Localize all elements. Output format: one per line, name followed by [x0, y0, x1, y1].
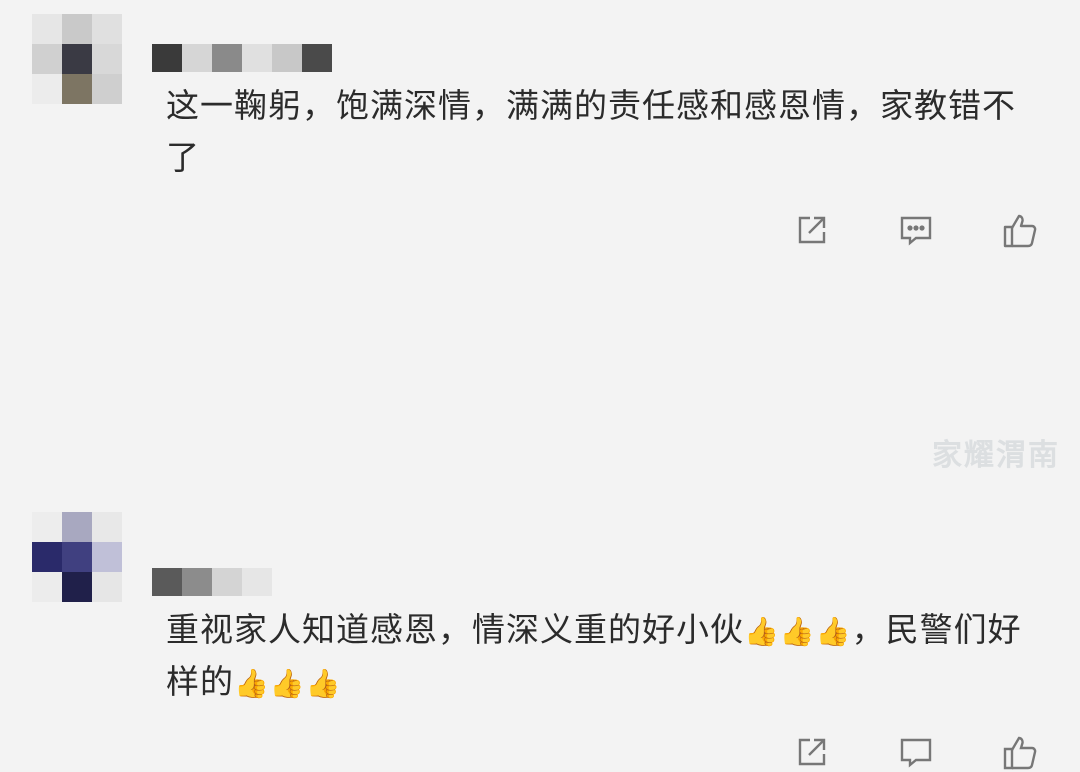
comment-text-part: 重视家人知道感恩，情深义重的好小伙 [166, 610, 744, 649]
comment-icon [900, 216, 932, 246]
avatar-pixel [32, 572, 62, 602]
like-icon [1003, 736, 1037, 770]
reply-button[interactable] [896, 210, 936, 250]
share-icon [798, 216, 826, 244]
watermark-logo: 家耀渭南 [932, 439, 1060, 472]
avatar-pixel [92, 542, 122, 572]
avatar-pixel [62, 572, 92, 602]
thumbs-up-icon: 👍 [305, 667, 342, 700]
avatar[interactable] [32, 512, 122, 602]
avatar-pixel [32, 74, 62, 104]
username-pixel [242, 44, 272, 72]
avatar-pixel [92, 572, 122, 602]
comment-item: 这一鞠躬，饱满深情，满满的责任感和感恩情，家教错不了 [0, 0, 1080, 250]
username-pixel [302, 44, 332, 72]
username-pixel [212, 568, 242, 596]
username-pixel [212, 44, 242, 72]
thumbs-up-icon: 👍 [744, 615, 780, 648]
username[interactable] [152, 44, 332, 72]
avatar-pixel [92, 14, 122, 44]
avatar-pixel [62, 512, 92, 542]
avatar-pixel [62, 74, 92, 104]
comment-text: 这一鞠躬，饱满深情，满满的责任感和感恩情，家教错不了 [166, 86, 1016, 177]
like-button[interactable] [1000, 210, 1040, 250]
comment-text: 重视家人知道感恩，情深义重的好小伙👍👍👍，民警们好样的👍👍👍 [166, 604, 1046, 708]
avatar-pixel [92, 44, 122, 74]
username-pixel [152, 568, 182, 596]
avatar-pixel [92, 512, 122, 542]
like-icon [1003, 214, 1037, 248]
share-button[interactable] [792, 210, 832, 250]
like-button[interactable] [1000, 732, 1040, 772]
avatar-pixel [32, 542, 62, 572]
username-pixel [242, 568, 272, 596]
comment-item: 重视家人知道感恩，情深义重的好小伙👍👍👍，民警们好样的👍👍👍 [0, 250, 1080, 770]
avatar-pixel [62, 542, 92, 572]
reply-button[interactable] [896, 732, 936, 772]
thumbs-up-icon: 👍 [815, 615, 852, 648]
username-pixel [272, 44, 302, 72]
comment-actions [792, 210, 1040, 250]
avatar-pixel [92, 74, 122, 104]
thumbs-up-icon: 👍 [779, 615, 816, 648]
avatar-pixel [62, 14, 92, 44]
avatar[interactable] [32, 14, 122, 104]
thumbs-up-icon: 👍 [269, 667, 306, 700]
avatar-pixel [32, 14, 62, 44]
avatar-pixel [62, 44, 92, 74]
avatar-pixel [32, 512, 62, 542]
username-pixel [152, 44, 182, 72]
comment-actions [792, 732, 1040, 772]
share-button[interactable] [792, 732, 832, 772]
share-icon [798, 738, 826, 766]
avatar-pixel [32, 44, 62, 74]
username[interactable] [152, 568, 272, 596]
thumbs-up-icon: 👍 [234, 667, 270, 700]
username-pixel [182, 568, 212, 596]
comment-icon [900, 738, 932, 768]
username-pixel [182, 44, 212, 72]
